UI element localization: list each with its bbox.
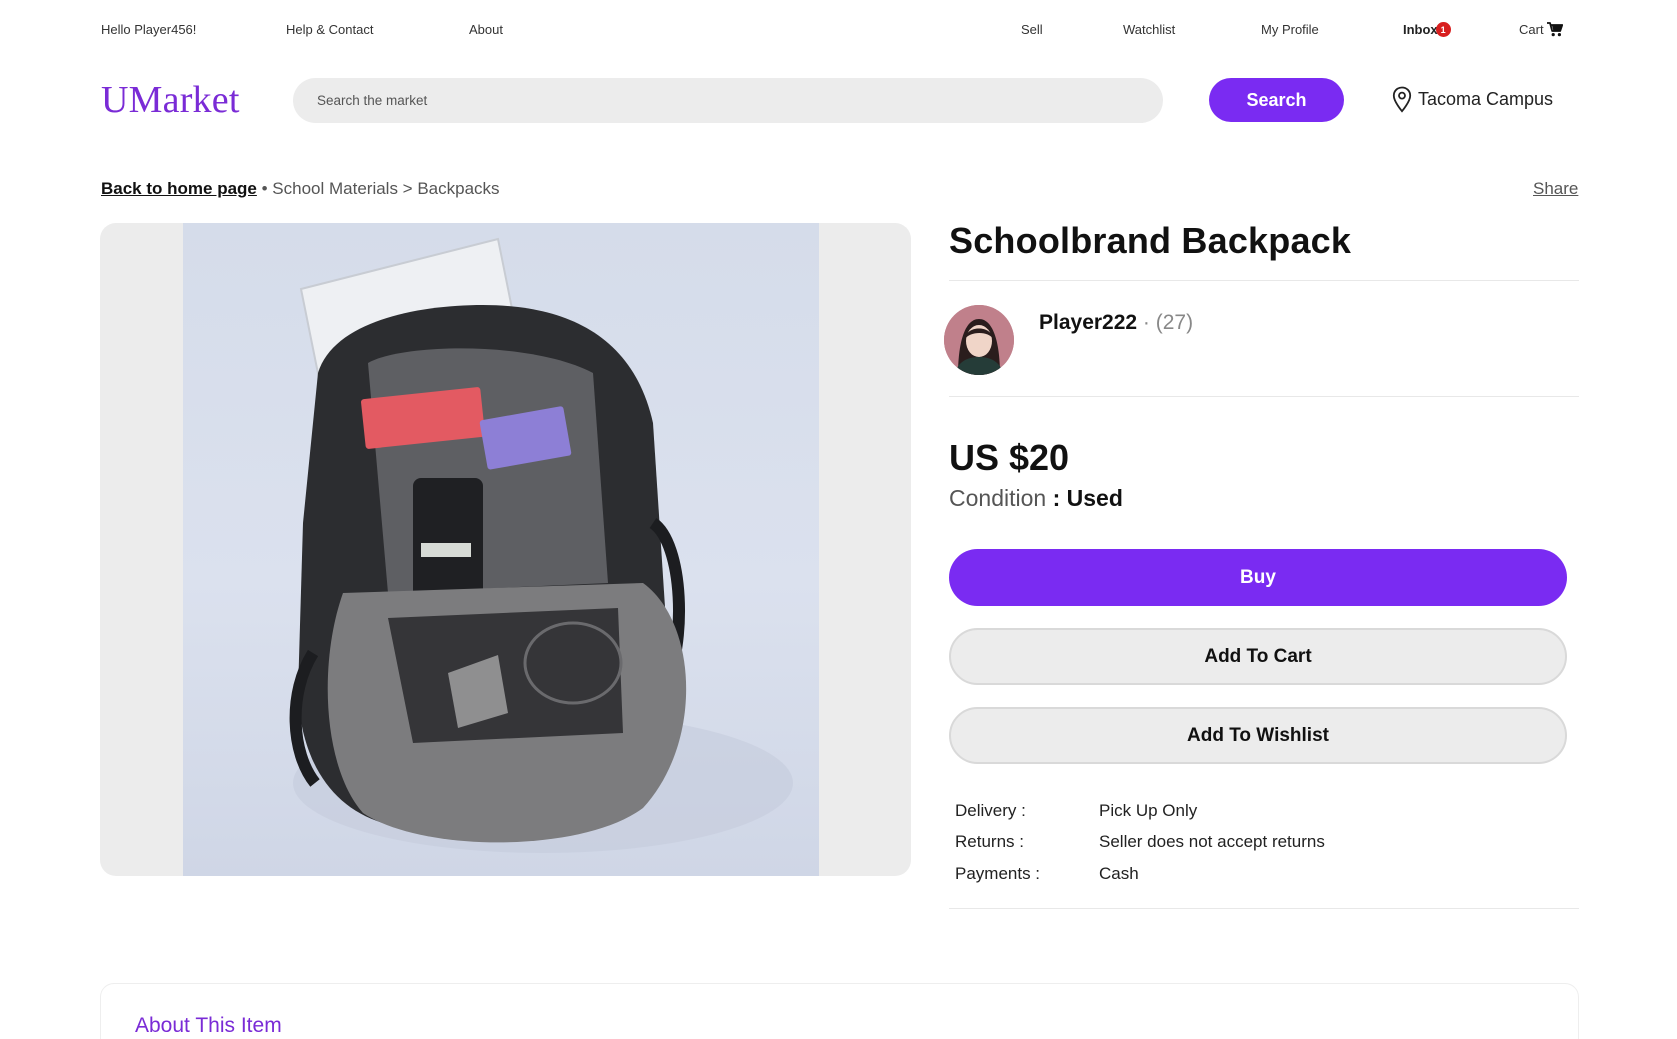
- location-selector[interactable]: Tacoma Campus: [1392, 86, 1553, 113]
- my-profile-link[interactable]: My Profile: [1261, 22, 1319, 37]
- inbox-badge: 1: [1435, 22, 1451, 37]
- breadcrumb-path[interactable]: School Materials > Backpacks: [272, 179, 499, 198]
- product-title: Schoolbrand Backpack: [949, 220, 1352, 261]
- back-to-home-link[interactable]: Back to home page: [101, 179, 257, 198]
- condition-label: Condition: [949, 485, 1047, 511]
- seller-rating-count: · (27): [1137, 311, 1194, 334]
- about-section: About This Item: [100, 983, 1579, 1039]
- map-pin-icon: [1392, 86, 1412, 113]
- share-link[interactable]: Share: [1533, 179, 1578, 199]
- product-photo: [183, 223, 819, 876]
- cart-label: Cart: [1519, 22, 1544, 37]
- search-input[interactable]: [293, 78, 1163, 123]
- detail-row-payments: Payments : Cash: [955, 858, 1325, 890]
- add-to-wishlist-button[interactable]: Add To Wishlist: [949, 707, 1567, 764]
- product-image-panel[interactable]: [100, 223, 911, 876]
- detail-value: Pick Up Only: [1099, 800, 1198, 820]
- detail-label: Returns :: [955, 832, 1024, 852]
- divider: [949, 908, 1579, 909]
- product-price: US $20: [949, 437, 1070, 478]
- detail-row-returns: Returns : Seller does not accept returns: [955, 827, 1325, 859]
- watchlist-link[interactable]: Watchlist: [1123, 22, 1175, 37]
- detail-value: Seller does not accept returns: [1099, 832, 1325, 852]
- backpack-image: [289, 237, 793, 853]
- umarket-logo[interactable]: UMarket: [101, 78, 240, 122]
- avatar-image: [944, 305, 1014, 375]
- detail-value: Cash: [1099, 863, 1139, 883]
- cart-icon: [1546, 22, 1563, 37]
- detail-label: Delivery :: [955, 800, 1026, 820]
- inbox-link[interactable]: Inbox 1: [1403, 22, 1451, 37]
- seller-name[interactable]: Player222: [1039, 311, 1137, 334]
- seller-info: Player222 · (27): [1039, 311, 1193, 335]
- breadcrumb: Back to home page • School Materials > B…: [101, 179, 500, 199]
- product-condition: Condition : Used: [949, 485, 1123, 512]
- location-label: Tacoma Campus: [1418, 89, 1554, 109]
- inbox-label: Inbox: [1403, 22, 1438, 37]
- add-to-cart-button[interactable]: Add To Cart: [949, 628, 1567, 685]
- about-title: About This Item: [135, 1014, 282, 1037]
- cart-link[interactable]: Cart: [1519, 22, 1563, 37]
- sell-link[interactable]: Sell: [1021, 22, 1043, 37]
- help-contact-link[interactable]: Help & Contact: [286, 22, 373, 37]
- breadcrumb-separator: •: [256, 179, 273, 198]
- about-link[interactable]: About: [469, 22, 503, 37]
- seller-avatar[interactable]: [944, 305, 1014, 375]
- buy-button[interactable]: Buy: [949, 549, 1567, 606]
- top-nav: Hello Player456! Help & Contact About Se…: [101, 22, 1571, 44]
- divider: [949, 280, 1579, 281]
- divider: [949, 396, 1579, 397]
- search-button[interactable]: Search: [1209, 78, 1344, 122]
- condition-value: : Used: [1052, 485, 1123, 511]
- greeting-link[interactable]: Hello Player456!: [101, 22, 196, 37]
- detail-label: Payments :: [955, 863, 1041, 883]
- detail-row-delivery: Delivery : Pick Up Only: [955, 795, 1325, 827]
- product-details: Delivery : Pick Up Only Returns : Seller…: [955, 795, 1325, 890]
